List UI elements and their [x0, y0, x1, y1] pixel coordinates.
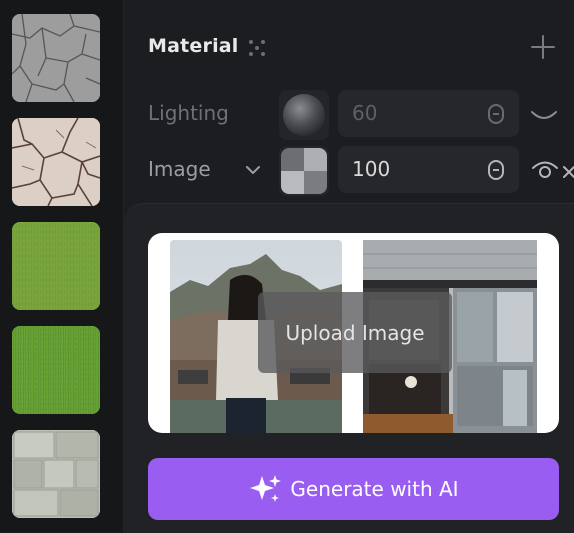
generate-button-label: Generate with AI — [290, 477, 459, 501]
eye-closed-icon[interactable] — [529, 104, 559, 128]
chevron-down-icon[interactable] — [243, 160, 263, 180]
texture-thumbnail-stone-tiles[interactable] — [12, 430, 100, 518]
lighting-swatch[interactable] — [279, 90, 329, 140]
texture-library — [0, 0, 124, 532]
image-swatch[interactable] — [279, 146, 329, 196]
texture-thumbnail-cracked-stone[interactable] — [12, 14, 100, 102]
plus-icon[interactable] — [529, 33, 557, 61]
generate-with-ai-button[interactable]: Generate with AI — [148, 458, 559, 520]
link-icon[interactable] — [487, 159, 505, 181]
texture-thumbnail-grass-dark[interactable] — [12, 326, 100, 414]
grip-dots-icon[interactable] — [247, 38, 267, 58]
lighting-value-field[interactable] — [338, 90, 519, 137]
sphere-icon — [283, 94, 325, 136]
eye-open-icon[interactable] — [530, 158, 560, 182]
image-label: Image — [148, 157, 211, 181]
upload-image-button[interactable]: Upload Image — [258, 292, 452, 373]
upload-drop-area[interactable]: Upload Image — [148, 233, 559, 433]
checkerboard-icon — [281, 148, 327, 194]
sparkle-icon — [250, 475, 282, 502]
image-value-input[interactable] — [352, 156, 472, 182]
link-icon[interactable] — [487, 103, 505, 125]
lighting-value-input[interactable] — [352, 100, 472, 126]
texture-thumbnail-grass-light[interactable] — [12, 222, 100, 310]
image-value-field[interactable] — [338, 146, 519, 193]
panel-title: Material — [148, 35, 239, 57]
texture-thumbnail-cracked-marble[interactable] — [12, 118, 100, 206]
lighting-label: Lighting — [148, 101, 229, 125]
close-icon[interactable] — [562, 160, 574, 184]
upload-section: Upload Image Generate with AI — [124, 203, 574, 533]
material-panel: Material Lighting Image — [124, 0, 574, 533]
